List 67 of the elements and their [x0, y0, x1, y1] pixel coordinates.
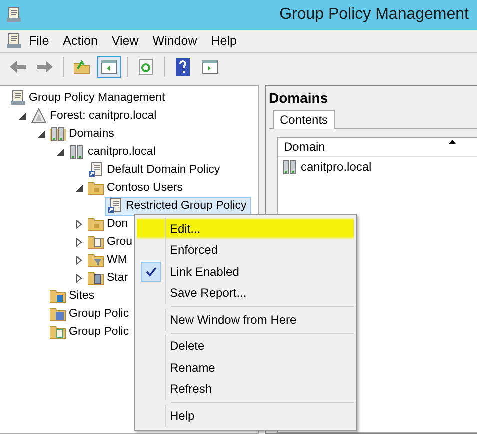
- collapsed-icon[interactable]: [76, 274, 82, 282]
- tree-item[interactable]: Group Polic: [48, 322, 134, 342]
- console-icon: [10, 90, 26, 106]
- column-header[interactable]: Domain: [278, 138, 477, 157]
- tree-item[interactable]: Don: [86, 214, 132, 234]
- menu-item[interactable]: Save Report...: [170, 286, 247, 300]
- collapsed-icon[interactable]: [76, 256, 82, 264]
- expanded-icon[interactable]: [76, 184, 82, 192]
- tree-item[interactable]: Group Policy Management: [8, 88, 170, 108]
- menu-item[interactable]: Edit...: [170, 222, 201, 236]
- toolbar-button[interactable]: [97, 56, 121, 78]
- tree-item[interactable]: Restricted Group Policy: [105, 196, 251, 216]
- menu-item[interactable]: File: [24, 34, 56, 48]
- folder-icon: [50, 324, 66, 340]
- menu-item[interactable]: New Window from Here: [170, 312, 297, 327]
- tree-item[interactable]: Grou: [86, 232, 137, 252]
- server-icon: [69, 144, 85, 160]
- pane-icon: [202, 60, 218, 74]
- tree-item[interactable]: WM: [86, 250, 132, 270]
- menu-item[interactable]: Action: [58, 34, 105, 48]
- help-icon: [176, 58, 190, 76]
- folder-icon: [88, 216, 104, 232]
- folder-icon: [50, 306, 66, 322]
- server-icon: [282, 159, 298, 175]
- menu-item[interactable]: Enforced: [170, 243, 218, 258]
- menu-item[interactable]: Help: [206, 34, 244, 48]
- document-shortcut-icon: [88, 162, 104, 178]
- folder-icon: [88, 252, 104, 268]
- window-title: Group Policy Management: [280, 6, 469, 24]
- menu-item[interactable]: Rename: [170, 360, 216, 375]
- pane-heading: Domains: [269, 90, 330, 106]
- folder-icon: [88, 270, 104, 286]
- tree-item[interactable]: Forest: canitpro.local: [29, 106, 161, 126]
- tree-item[interactable]: canitpro.local: [67, 142, 160, 162]
- tree-item[interactable]: Contoso Users: [86, 178, 188, 198]
- tree-item[interactable]: Sites: [48, 286, 99, 306]
- table-cell: canitpro.local: [301, 160, 372, 174]
- console-icon: [6, 33, 22, 49]
- collapsed-icon[interactable]: [76, 220, 82, 228]
- forward-arrow-icon: [36, 60, 54, 74]
- menu-item[interactable]: Refresh: [170, 382, 212, 396]
- expanded-icon[interactable]: [38, 130, 44, 138]
- menu-item[interactable]: Link Enabled: [170, 264, 240, 279]
- refresh-document-icon: [139, 59, 153, 75]
- pane-icon: [101, 60, 117, 74]
- document-shortcut-icon: [107, 198, 123, 214]
- folder-icon: [88, 234, 104, 250]
- expanded-icon[interactable]: [18, 112, 26, 120]
- tree-item[interactable]: Domains: [48, 124, 118, 144]
- console-icon: [6, 7, 22, 23]
- folder-up-icon: [74, 59, 90, 75]
- tree-item[interactable]: Default Domain Policy: [86, 160, 224, 180]
- expanded-icon[interactable]: [56, 148, 64, 156]
- folder-icon: [50, 288, 66, 304]
- tree-item[interactable]: Star: [86, 268, 132, 288]
- triangle-icon: [31, 108, 47, 124]
- menu-item[interactable]: Window: [148, 34, 204, 48]
- tab[interactable]: Contents: [273, 110, 336, 129]
- menu-item[interactable]: Help: [170, 408, 195, 423]
- collapsed-icon[interactable]: [76, 238, 82, 246]
- folder-icon: [88, 180, 104, 196]
- menu-item[interactable]: View: [106, 34, 146, 48]
- menu-item[interactable]: Delete: [170, 339, 205, 354]
- column-label: Domain: [284, 140, 326, 154]
- server-icon: [50, 126, 66, 142]
- tree-item[interactable]: Group Polic: [48, 304, 134, 324]
- back-arrow-icon: [9, 60, 27, 74]
